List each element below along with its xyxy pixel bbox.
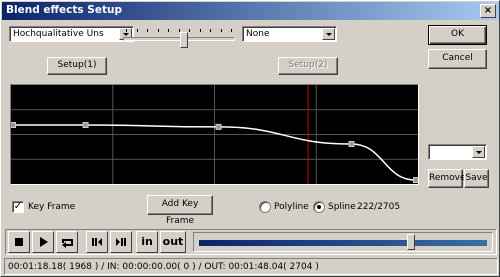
slider-thumb[interactable] <box>180 32 189 48</box>
chevron-down-icon[interactable] <box>322 28 335 40</box>
setup2-button-label: Setup(2) <box>288 60 328 70</box>
chevron-down-icon[interactable] <box>472 146 485 158</box>
preset-select[interactable] <box>428 144 487 160</box>
remove-button[interactable]: Remove <box>428 169 466 188</box>
slider-tick <box>199 29 201 32</box>
loop-button[interactable] <box>56 231 78 253</box>
slider-tick <box>231 29 232 32</box>
add-key-frame-button[interactable]: Add Key Frame <box>147 195 213 226</box>
quality-select[interactable]: Hochqualitative Uns <box>9 26 134 42</box>
save-button-label: Save <box>465 173 488 183</box>
add-key-frame-label: Add Key Frame <box>161 199 199 226</box>
cancel-button-label: Cancel <box>442 53 473 63</box>
play-icon <box>40 237 48 247</box>
next-frame-button[interactable] <box>110 231 132 253</box>
stop-button[interactable] <box>8 231 30 253</box>
slider-tick <box>189 29 190 32</box>
polyline-label: Polyline <box>274 202 309 212</box>
keyframe-handle[interactable] <box>82 122 89 128</box>
transport-bar: in out <box>5 229 497 255</box>
setup1-button-label: Setup(1) <box>57 60 97 70</box>
stop-icon <box>15 238 23 246</box>
status-bar: 00:01:18.18( 1968 ) / IN: 00:00:00.00( 0… <box>4 258 498 275</box>
title-bar[interactable]: Blend effects Setup × <box>2 2 499 20</box>
timeline-track[interactable] <box>199 240 487 246</box>
out-button-label: out <box>162 235 184 248</box>
spline-radio[interactable] <box>313 201 325 213</box>
setup1-button[interactable]: Setup(1) <box>47 57 107 75</box>
keyframe-graph[interactable] <box>10 84 419 185</box>
out-button[interactable]: out <box>160 231 186 253</box>
loop-icon <box>62 239 73 248</box>
position-readout: 222/2705 <box>357 202 401 212</box>
slider-tick <box>136 29 138 32</box>
setup2-button: Setup(2) <box>278 57 338 75</box>
quality-select-value: Hochqualitative Uns <box>13 29 104 39</box>
effect-select-value: None <box>246 29 270 39</box>
slider-tick <box>157 29 159 32</box>
effect-select[interactable]: None <box>242 26 337 42</box>
slider-tick <box>147 29 148 32</box>
keyframe-handle[interactable] <box>10 122 16 128</box>
window-title: Blend effects Setup <box>6 4 122 16</box>
timeline-slider[interactable] <box>193 232 493 252</box>
slider-tick <box>126 29 127 32</box>
ok-button-label: OK <box>451 29 464 39</box>
cancel-button[interactable]: Cancel <box>428 49 487 69</box>
timeline-thumb[interactable] <box>407 234 416 250</box>
timecode-status: 00:01:18.18( 1968 ) / IN: 00:00:00.00( 0… <box>8 262 319 272</box>
play-button[interactable] <box>32 231 54 253</box>
key-frame-checkbox[interactable]: ✓ <box>12 201 24 213</box>
in-button[interactable]: in <box>136 231 158 253</box>
slider-tick <box>210 29 211 32</box>
prev-frame-button[interactable] <box>86 231 108 253</box>
next-frame-icon <box>116 238 126 246</box>
blend-effects-window: Blend effects Setup × Hochqualitative Un… <box>0 0 500 277</box>
close-button[interactable]: × <box>480 4 496 18</box>
slider-tick <box>168 29 169 32</box>
spline-label: Spline <box>328 202 356 212</box>
checkmark-icon: ✓ <box>13 201 23 212</box>
keyframe-curve-canvas[interactable] <box>10 85 419 184</box>
slider-track[interactable] <box>123 37 235 41</box>
keyframe-handle[interactable] <box>348 141 355 147</box>
slider-tick <box>220 29 222 32</box>
keyframe-handle[interactable] <box>413 177 419 184</box>
ok-button[interactable]: OK <box>428 25 487 45</box>
prev-frame-icon <box>92 238 102 246</box>
save-button[interactable]: Save <box>464 169 489 188</box>
key-frame-label: Key Frame <box>28 202 76 212</box>
polyline-radio[interactable] <box>259 201 271 213</box>
keyframe-handle[interactable] <box>215 123 222 130</box>
in-button-label: in <box>141 235 153 248</box>
remove-button-label: Remove <box>429 173 466 183</box>
